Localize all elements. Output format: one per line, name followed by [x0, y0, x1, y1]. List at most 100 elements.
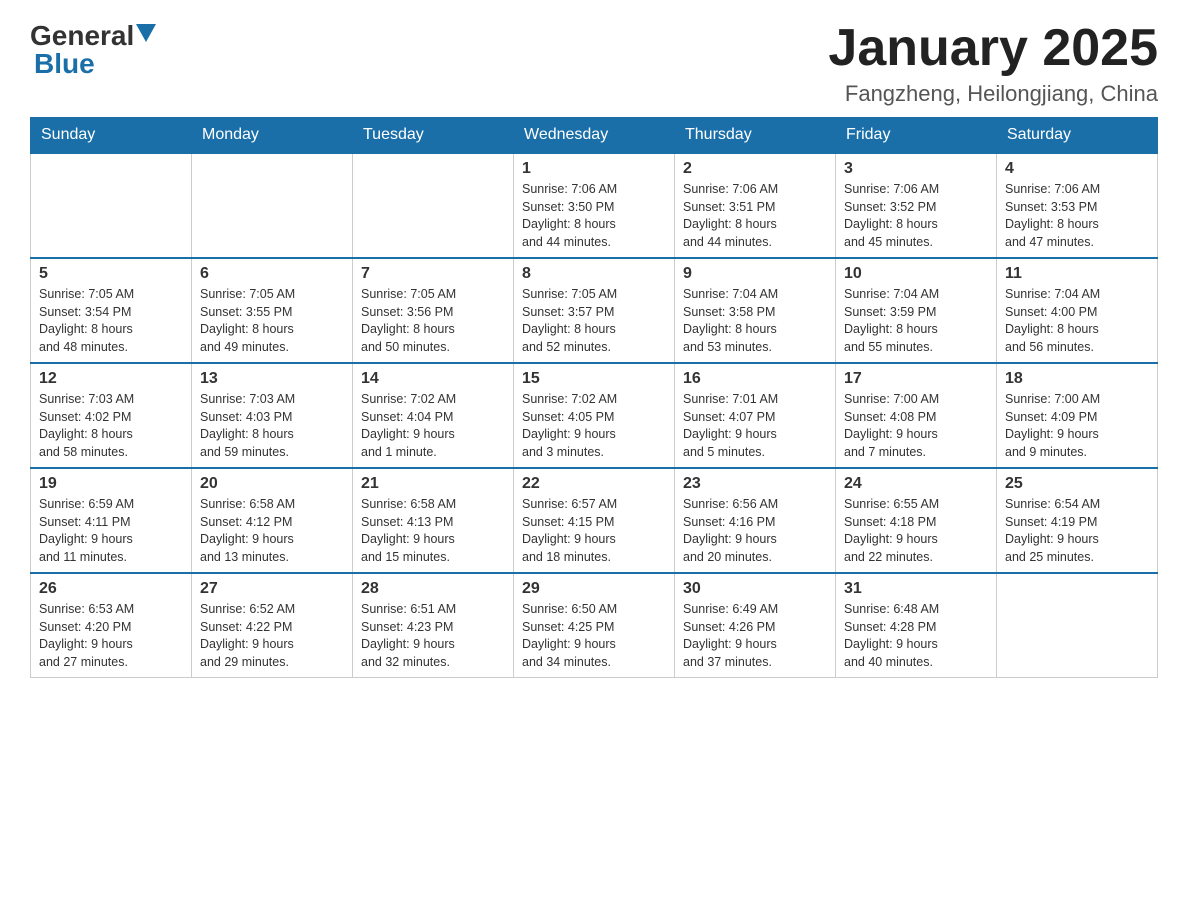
calendar-cell: 7 Sunrise: 7:05 AM Sunset: 3:56 PM Daylig…	[353, 258, 514, 363]
calendar-header-saturday: Saturday	[997, 118, 1158, 154]
location-title: Fangzheng, Heilongjiang, China	[828, 81, 1158, 107]
calendar-cell: 29Sunrise: 6:50 AM Sunset: 4:25 PM Dayli…	[514, 573, 675, 678]
logo-blue-text: Blue	[34, 48, 95, 80]
calendar-cell: 23 Sunrise: 6:56 AM Sunset: 4:16 PM Dayli…	[675, 468, 836, 573]
day-info: Sunrise: 7:02 AM Sunset: 4:05 PM Dayligh…	[522, 391, 666, 461]
day-number: 31	[844, 580, 988, 598]
day-number: 5	[39, 265, 183, 283]
day-info: Sunrise: 7:06 AM Sunset: 3:51 PM Dayligh…	[683, 181, 827, 251]
day-number: 17	[844, 370, 988, 388]
logo: General Blue	[30, 20, 156, 80]
calendar-cell: 25 Sunrise: 6:54 AM Sunset: 4:19 PM Dayli…	[997, 468, 1158, 573]
day-info: Sunrise: 6:51 AM Sunset: 4:23 PM Dayligh…	[361, 601, 505, 671]
day-number: 3	[844, 160, 988, 178]
day-info: Sunrise: 7:05 AM Sunset: 3:54 PM Dayligh…	[39, 286, 183, 356]
calendar-cell	[31, 153, 192, 258]
day-info: Sunrise: 6:55 AM Sunset: 4:18 PM Dayligh…	[844, 496, 988, 566]
day-info: Sunrise: 7:06 AM Sunset: 3:52 PM Dayligh…	[844, 181, 988, 251]
day-number: 26	[39, 580, 183, 598]
day-number: 25	[1005, 475, 1149, 493]
day-info: Sunrise: 7:02 AM Sunset: 4:04 PM Dayligh…	[361, 391, 505, 461]
day-number: 20	[200, 475, 344, 493]
day-number: 18	[1005, 370, 1149, 388]
day-number: 6	[200, 265, 344, 283]
day-number: 2	[683, 160, 827, 178]
calendar-cell: 20 Sunrise: 6:58 AM Sunset: 4:12 PM Dayli…	[192, 468, 353, 573]
day-info: Sunrise: 6:48 AM Sunset: 4:28 PM Dayligh…	[844, 601, 988, 671]
day-info: Sunrise: 7:00 AM Sunset: 4:09 PM Dayligh…	[1005, 391, 1149, 461]
calendar-cell: 31 Sunrise: 6:48 AM Sunset: 4:28 PM Dayli…	[836, 573, 997, 678]
week-row-4: 26 Sunrise: 6:53 AM Sunset: 4:20 PM Dayli…	[31, 573, 1158, 678]
calendar-cell: 17 Sunrise: 7:00 AM Sunset: 4:08 PM Dayli…	[836, 363, 997, 468]
calendar-cell: 1 Sunrise: 7:06 AM Sunset: 3:50 PM Daylig…	[514, 153, 675, 258]
day-info: Sunrise: 7:05 AM Sunset: 3:56 PM Dayligh…	[361, 286, 505, 356]
day-info: Sunrise: 7:03 AM Sunset: 4:02 PM Dayligh…	[39, 391, 183, 461]
day-number: 9	[683, 265, 827, 283]
calendar-cell	[997, 573, 1158, 678]
calendar-header-tuesday: Tuesday	[353, 118, 514, 154]
day-info: Sunrise: 7:00 AM Sunset: 4:08 PM Dayligh…	[844, 391, 988, 461]
day-info: Sunrise: 6:52 AM Sunset: 4:22 PM Dayligh…	[200, 601, 344, 671]
week-row-1: 5 Sunrise: 7:05 AM Sunset: 3:54 PM Daylig…	[31, 258, 1158, 363]
page-header: General Blue January 2025 Fangzheng, Hei…	[30, 20, 1158, 107]
calendar-table: SundayMondayTuesdayWednesdayThursdayFrid…	[30, 117, 1158, 678]
day-info: Sunrise: 6:49 AM Sunset: 4:26 PM Dayligh…	[683, 601, 827, 671]
day-number: 1	[522, 160, 666, 178]
day-info: Sunrise: 6:56 AM Sunset: 4:16 PM Dayligh…	[683, 496, 827, 566]
calendar-header-sunday: Sunday	[31, 118, 192, 154]
calendar-header-thursday: Thursday	[675, 118, 836, 154]
calendar-cell: 2 Sunrise: 7:06 AM Sunset: 3:51 PM Daylig…	[675, 153, 836, 258]
calendar-cell: 28 Sunrise: 6:51 AM Sunset: 4:23 PM Dayli…	[353, 573, 514, 678]
day-number: 10	[844, 265, 988, 283]
day-number: 15	[522, 370, 666, 388]
day-number: 24	[844, 475, 988, 493]
calendar-cell: 6 Sunrise: 7:05 AM Sunset: 3:55 PM Daylig…	[192, 258, 353, 363]
day-number: 13	[200, 370, 344, 388]
day-number: 27	[200, 580, 344, 598]
day-number: 30	[683, 580, 827, 598]
day-info: Sunrise: 6:57 AM Sunset: 4:15 PM Dayligh…	[522, 496, 666, 566]
day-number: 22	[522, 475, 666, 493]
day-number: 14	[361, 370, 505, 388]
calendar-cell: 5 Sunrise: 7:05 AM Sunset: 3:54 PM Daylig…	[31, 258, 192, 363]
calendar-cell: 15 Sunrise: 7:02 AM Sunset: 4:05 PM Dayli…	[514, 363, 675, 468]
day-info: Sunrise: 7:03 AM Sunset: 4:03 PM Dayligh…	[200, 391, 344, 461]
day-info: Sunrise: 6:53 AM Sunset: 4:20 PM Dayligh…	[39, 601, 183, 671]
day-info: Sunrise: 7:04 AM Sunset: 3:59 PM Dayligh…	[844, 286, 988, 356]
day-number: 8	[522, 265, 666, 283]
day-number: 11	[1005, 265, 1149, 283]
day-info: Sunrise: 7:06 AM Sunset: 3:50 PM Dayligh…	[522, 181, 666, 251]
title-area: January 2025 Fangzheng, Heilongjiang, Ch…	[828, 20, 1158, 107]
calendar-header-row: SundayMondayTuesdayWednesdayThursdayFrid…	[31, 118, 1158, 154]
day-info: Sunrise: 7:05 AM Sunset: 3:57 PM Dayligh…	[522, 286, 666, 356]
calendar-cell: 24 Sunrise: 6:55 AM Sunset: 4:18 PM Dayli…	[836, 468, 997, 573]
logo-triangle-icon	[136, 24, 156, 42]
calendar-cell: 13 Sunrise: 7:03 AM Sunset: 4:03 PM Dayli…	[192, 363, 353, 468]
day-info: Sunrise: 7:05 AM Sunset: 3:55 PM Dayligh…	[200, 286, 344, 356]
day-number: 28	[361, 580, 505, 598]
calendar-cell: 4Sunrise: 7:06 AM Sunset: 3:53 PM Daylig…	[997, 153, 1158, 258]
calendar-cell: 8 Sunrise: 7:05 AM Sunset: 3:57 PM Daylig…	[514, 258, 675, 363]
calendar-cell: 27 Sunrise: 6:52 AM Sunset: 4:22 PM Dayli…	[192, 573, 353, 678]
day-info: Sunrise: 6:58 AM Sunset: 4:12 PM Dayligh…	[200, 496, 344, 566]
calendar-cell	[192, 153, 353, 258]
day-number: 12	[39, 370, 183, 388]
day-number: 23	[683, 475, 827, 493]
month-title: January 2025	[828, 20, 1158, 77]
week-row-3: 19Sunrise: 6:59 AM Sunset: 4:11 PM Dayli…	[31, 468, 1158, 573]
calendar-cell: 16 Sunrise: 7:01 AM Sunset: 4:07 PM Dayli…	[675, 363, 836, 468]
calendar-cell: 10 Sunrise: 7:04 AM Sunset: 3:59 PM Dayli…	[836, 258, 997, 363]
day-info: Sunrise: 7:01 AM Sunset: 4:07 PM Dayligh…	[683, 391, 827, 461]
day-number: 21	[361, 475, 505, 493]
day-info: Sunrise: 7:04 AM Sunset: 3:58 PM Dayligh…	[683, 286, 827, 356]
calendar-cell	[353, 153, 514, 258]
calendar-cell: 11Sunrise: 7:04 AM Sunset: 4:00 PM Dayli…	[997, 258, 1158, 363]
day-number: 16	[683, 370, 827, 388]
day-info: Sunrise: 6:54 AM Sunset: 4:19 PM Dayligh…	[1005, 496, 1149, 566]
day-number: 7	[361, 265, 505, 283]
calendar-cell: 3 Sunrise: 7:06 AM Sunset: 3:52 PM Daylig…	[836, 153, 997, 258]
calendar-cell: 21Sunrise: 6:58 AM Sunset: 4:13 PM Dayli…	[353, 468, 514, 573]
week-row-0: 1 Sunrise: 7:06 AM Sunset: 3:50 PM Daylig…	[31, 153, 1158, 258]
calendar-cell: 12 Sunrise: 7:03 AM Sunset: 4:02 PM Dayli…	[31, 363, 192, 468]
calendar-cell: 22 Sunrise: 6:57 AM Sunset: 4:15 PM Dayli…	[514, 468, 675, 573]
